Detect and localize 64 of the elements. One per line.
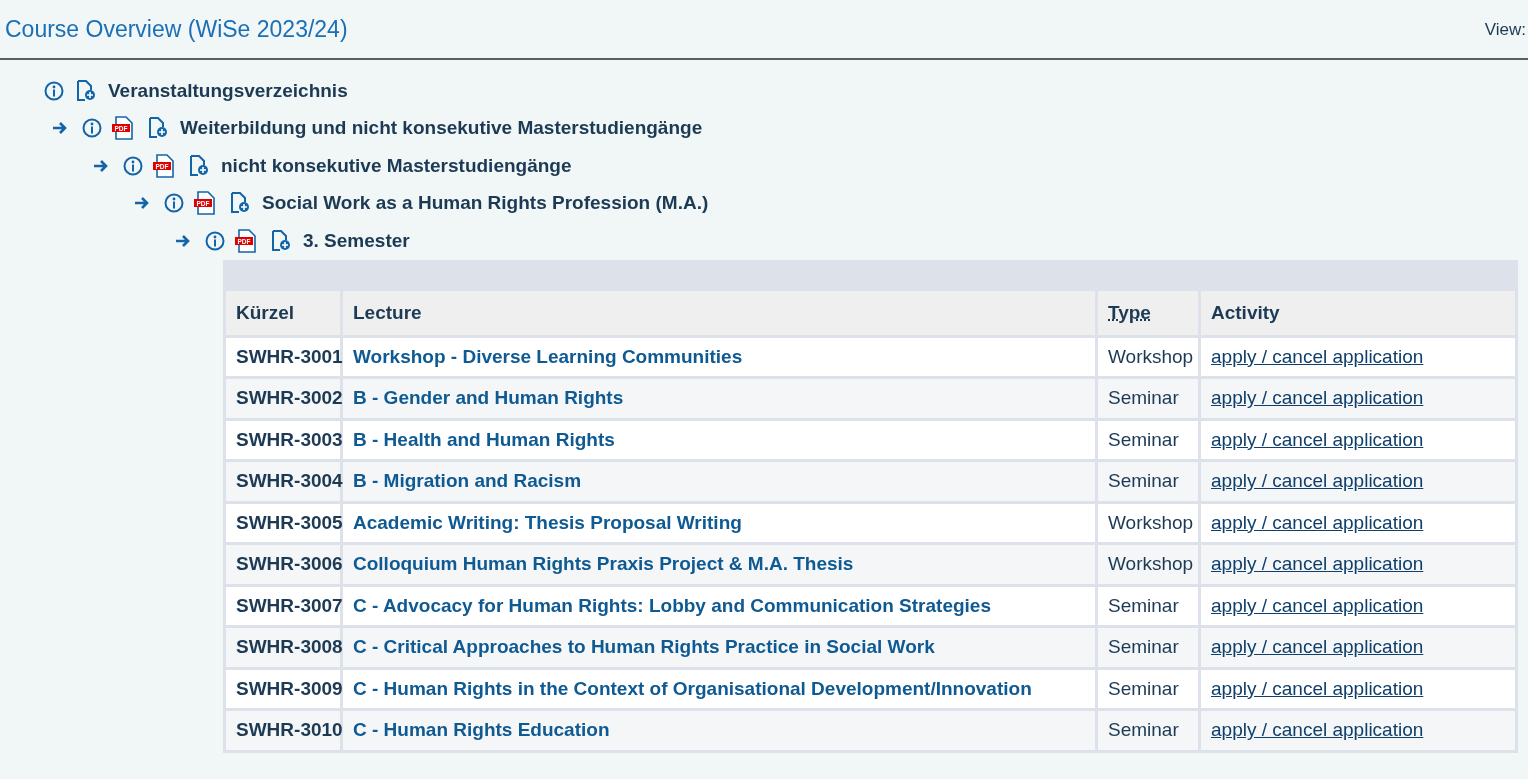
info-icon[interactable] xyxy=(44,80,64,101)
type-cell: Seminar xyxy=(1098,628,1198,667)
lecture-link[interactable]: Academic Writing: Thesis Proposal Writing xyxy=(343,503,1095,542)
type-cell: Seminar xyxy=(1098,711,1198,750)
type-cell: Workshop xyxy=(1098,503,1198,542)
arrow-icon[interactable] xyxy=(134,196,150,211)
view-label: View: xyxy=(1484,19,1526,40)
course-code-cell: SWHR-3006 xyxy=(226,545,340,584)
document-add-icon[interactable] xyxy=(189,154,209,177)
type-cell: Seminar xyxy=(1098,462,1198,501)
apply-cancel-link[interactable]: apply / cancel application xyxy=(1211,511,1424,533)
tree-node-label[interactable]: Veranstaltungsverzeichnis xyxy=(108,79,348,102)
course-code-cell: SWHR-3008 xyxy=(226,628,340,667)
apply-cancel-link[interactable]: apply / cancel application xyxy=(1211,636,1424,658)
column-header[interactable]: Type xyxy=(1098,290,1198,335)
lecture-link[interactable]: C - Human Rights Education xyxy=(343,711,1095,750)
course-code-cell: SWHR-3003 xyxy=(226,420,340,459)
tree-node-label[interactable]: 3. Semester xyxy=(303,229,410,252)
course-code-cell: SWHR-3005 xyxy=(226,503,340,542)
apply-cancel-link[interactable]: apply / cancel application xyxy=(1211,428,1424,450)
info-icon[interactable] xyxy=(205,230,225,251)
type-cell: Workshop xyxy=(1098,337,1198,376)
course-code-cell: SWHR-3001 xyxy=(226,337,340,376)
apply-cancel-link[interactable]: apply / cancel application xyxy=(1211,553,1424,575)
type-cell: Seminar xyxy=(1098,379,1198,418)
arrow-icon[interactable] xyxy=(52,121,68,136)
lecture-link[interactable]: Workshop - Diverse Learning Communities xyxy=(343,337,1095,376)
course-code-cell: SWHR-3002 xyxy=(226,379,340,418)
tree-node-label[interactable]: Weiterbildung und nicht konsekutive Masterstudiengänge xyxy=(180,117,703,140)
type-cell: Seminar xyxy=(1098,420,1198,459)
type-cell: Seminar xyxy=(1098,669,1198,708)
lecture-link[interactable]: Colloquium Human Rights Praxis Project & M.A. Thesis xyxy=(343,545,1095,584)
course-code-cell: SWHR-3009 xyxy=(226,669,340,708)
info-icon[interactable] xyxy=(82,118,102,139)
lecture-link[interactable]: C - Advocacy for Human Rights: Lobby and Communication Strategies xyxy=(343,586,1095,625)
info-icon[interactable] xyxy=(164,193,184,214)
column-header[interactable]: Activity xyxy=(1201,290,1515,335)
lecture-link[interactable]: C - Critical Approaches to Human Rights Practice in Social Work xyxy=(343,628,1095,667)
tree-node-label[interactable]: Social Work as a Human Rights Profession (M.A.) xyxy=(262,192,709,215)
document-add-icon[interactable] xyxy=(76,79,96,102)
tree-node-label[interactable]: nicht konsekutive Masterstudiengänge xyxy=(221,154,572,177)
apply-cancel-link[interactable]: apply / cancel application xyxy=(1211,677,1424,699)
document-add-icon[interactable] xyxy=(230,192,250,215)
lecture-link[interactable]: B - Gender and Human Rights xyxy=(343,379,1095,418)
page-title: Course Overview (WiSe 2023/24) xyxy=(5,16,348,43)
course-code-cell: SWHR-3010 xyxy=(226,711,340,750)
arrow-icon[interactable] xyxy=(175,233,191,248)
type-cell: Seminar xyxy=(1098,586,1198,625)
apply-cancel-link[interactable]: apply / cancel application xyxy=(1211,470,1424,492)
lecture-link[interactable]: B - Health and Human Rights xyxy=(343,420,1095,459)
info-icon[interactable] xyxy=(123,155,143,176)
column-header[interactable]: Kürzel xyxy=(226,290,340,335)
lecture-link[interactable]: B - Migration and Racism xyxy=(343,462,1095,501)
lecture-link[interactable]: C - Human Rights in the Context of Organisational Development/Innovation xyxy=(343,669,1095,708)
arrow-icon[interactable] xyxy=(93,158,109,173)
apply-cancel-link[interactable]: apply / cancel application xyxy=(1211,594,1424,616)
document-add-icon[interactable] xyxy=(148,117,168,140)
document-add-icon[interactable] xyxy=(271,229,291,252)
column-header[interactable]: Lecture xyxy=(343,290,1095,335)
apply-cancel-link[interactable]: apply / cancel application xyxy=(1211,345,1424,367)
apply-cancel-link[interactable]: apply / cancel application xyxy=(1211,719,1424,741)
apply-cancel-link[interactable]: apply / cancel application xyxy=(1211,387,1424,409)
course-code-cell: SWHR-3007 xyxy=(226,586,340,625)
type-cell: Workshop xyxy=(1098,545,1198,584)
